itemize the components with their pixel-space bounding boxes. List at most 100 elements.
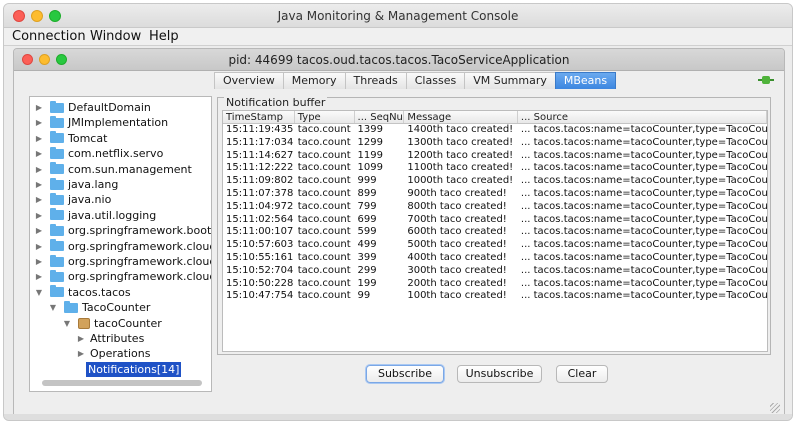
- table-row[interactable]: 15:10:55:161 taco.count 399 400th taco crea…: [223, 252, 767, 265]
- collapsed-arrow-icon[interactable]: ▶: [34, 165, 44, 174]
- table-header: TimeStamp Type ... SeqNum Message ... So…: [223, 111, 767, 124]
- collapsed-arrow-icon[interactable]: ▶: [34, 195, 44, 204]
- folder-icon: [50, 208, 64, 221]
- tree-item[interactable]: ▶ org.springframework.cloud.cc: [34, 239, 211, 254]
- cell-source: ... tacos.tacos:name=tacoCounter,type=Ta…: [520, 136, 767, 148]
- tab-vm-summary[interactable]: VM Summary: [464, 72, 555, 89]
- cell-source: ... tacos.tacos:name=tacoCounter,type=Ta…: [520, 200, 767, 212]
- subscribe-button[interactable]: Subscribe: [366, 365, 444, 383]
- mbean-icon: [78, 317, 90, 329]
- cell-type: taco.count: [297, 175, 351, 187]
- tab-threads[interactable]: Threads: [344, 72, 406, 89]
- cell-timestamp: 15:11:17:034: [226, 136, 294, 148]
- tree-item[interactable]: ▼ tacos.tacos: [34, 285, 131, 300]
- app-window: Java Monitoring & Management Console Con…: [3, 3, 793, 421]
- mbean-tree[interactable]: ▶ DefaultDomain ▶ JMImplementation ▶ Tomcat ▶ c…: [29, 96, 212, 392]
- collapsed-arrow-icon[interactable]: ▶: [34, 134, 44, 143]
- cell-seqnum: 99: [357, 290, 371, 302]
- table-row[interactable]: 15:10:52:704 taco.count 299 300th taco crea…: [223, 265, 767, 278]
- cell-timestamp: 15:10:50:228: [226, 277, 294, 289]
- tree-item[interactable]: ▶ Tomcat: [34, 131, 107, 146]
- cell-message: 1100th taco created!: [407, 162, 514, 174]
- cell-message: 400th taco created!: [407, 251, 507, 263]
- tree-horizontal-scrollbar[interactable]: [42, 380, 202, 386]
- collapsed-arrow-icon[interactable]: ▶: [76, 349, 86, 358]
- tree-item[interactable]: ▶ Operations: [76, 346, 151, 361]
- tree-item[interactable]: ▶ java.lang: [34, 177, 118, 192]
- tree-item[interactable]: ▶ JMImplementation: [34, 115, 168, 130]
- table-row[interactable]: 15:11:12:222 taco.count 1099 1100th taco cr…: [223, 162, 767, 175]
- tree-item[interactable]: ▶ java.nio: [34, 192, 111, 207]
- tab-overview[interactable]: Overview: [214, 72, 283, 89]
- tree-item[interactable]: ▶ java.util.logging: [34, 208, 156, 223]
- cell-type: taco.count: [297, 187, 351, 199]
- column-header-seqnum[interactable]: ... SeqNum: [355, 111, 405, 123]
- collapsed-arrow-icon[interactable]: ▶: [34, 257, 44, 266]
- tree-item-label: DefaultDomain: [68, 101, 151, 114]
- tree-item-label: Notifications[14]: [86, 361, 182, 377]
- column-header-message[interactable]: Message: [404, 111, 518, 123]
- column-header-source[interactable]: ... Source: [518, 111, 767, 123]
- tree-item[interactable]: ▶ Attributes: [76, 331, 144, 346]
- cell-type: taco.count: [297, 149, 351, 161]
- clear-button[interactable]: Clear: [556, 365, 608, 383]
- notification-table[interactable]: TimeStamp Type ... SeqNum Message ... So…: [222, 110, 768, 352]
- tree-item[interactable]: ▶ org.springframework.cloud.cc: [34, 254, 211, 269]
- resize-grip[interactable]: [770, 403, 780, 413]
- menu-help[interactable]: Help: [149, 29, 179, 44]
- menu-window[interactable]: Window: [90, 29, 141, 44]
- collapsed-arrow-icon[interactable]: ▶: [34, 103, 44, 112]
- collapsed-arrow-icon[interactable]: ▶: [34, 211, 44, 220]
- tree-item[interactable]: ▼ TacoCounter: [48, 300, 150, 315]
- expanded-arrow-icon[interactable]: ▼: [34, 288, 44, 297]
- collapsed-arrow-icon[interactable]: ▶: [34, 272, 44, 281]
- cell-type: taco.count: [297, 251, 351, 263]
- collapsed-arrow-icon[interactable]: ▶: [34, 226, 44, 235]
- tree-item-label: org.springframework.cloud.cc: [68, 239, 211, 253]
- table-row[interactable]: 15:11:09:802 taco.count 999 1000th taco cre…: [223, 175, 767, 188]
- table-row[interactable]: 15:11:07:378 taco.count 899 900th taco crea…: [223, 188, 767, 201]
- tree-item[interactable]: ▶ org.springframework.cloud.cc: [34, 269, 211, 284]
- collapsed-arrow-icon[interactable]: ▶: [34, 149, 44, 158]
- menu-connection[interactable]: Connection: [12, 29, 86, 44]
- collapsed-arrow-icon[interactable]: ▶: [34, 118, 44, 127]
- table-row[interactable]: 15:11:19:435 taco.count 1399 1400th taco cr…: [223, 124, 767, 137]
- cell-source: ... tacos.tacos:name=tacoCounter,type=Ta…: [520, 290, 767, 302]
- tab-bar: Overview Memory Threads Classes VM Summa…: [214, 72, 617, 90]
- tab-memory[interactable]: Memory: [282, 72, 345, 89]
- table-row[interactable]: 15:11:17:034 taco.count 1299 1300th taco cr…: [223, 137, 767, 150]
- table-row[interactable]: 15:10:57:603 taco.count 499 500th taco crea…: [223, 239, 767, 252]
- expanded-arrow-icon[interactable]: ▼: [48, 303, 58, 312]
- column-header-type[interactable]: Type: [295, 111, 355, 123]
- table-row[interactable]: 15:11:00:107 taco.count 599 600th taco crea…: [223, 226, 767, 239]
- column-header-timestamp[interactable]: TimeStamp: [223, 111, 295, 123]
- tree-item-label: org.springframework.boot: [68, 224, 212, 238]
- tab-classes[interactable]: Classes: [405, 72, 465, 89]
- tree-item[interactable]: ▶ org.springframework.boot: [34, 223, 211, 238]
- unsubscribe-button[interactable]: Unsubscribe: [457, 365, 542, 383]
- cell-seqnum: 1299: [357, 136, 383, 148]
- table-row[interactable]: 15:11:04:972 taco.count 799 800th taco crea…: [223, 201, 767, 214]
- table-row[interactable]: 15:11:02:564 taco.count 699 700th taco crea…: [223, 214, 767, 227]
- tree-item[interactable]: ▼ tacoCounter: [62, 316, 162, 331]
- collapsed-arrow-icon[interactable]: ▶: [76, 334, 86, 343]
- notification-buffer-panel: Notification buffer TimeStamp Type ... S…: [217, 96, 771, 355]
- tree-item[interactable]: Notifications[14]: [76, 361, 182, 377]
- table-row[interactable]: 15:10:47:754 taco.count 99 100th taco creat…: [223, 290, 767, 303]
- cell-seqnum: 299: [357, 264, 377, 276]
- folder-icon: [50, 146, 64, 159]
- tab-mbeans[interactable]: MBeans: [554, 72, 617, 89]
- table-row[interactable]: 15:11:14:627 taco.count 1199 1200th taco cr…: [223, 150, 767, 163]
- cell-type: taco.count: [297, 200, 351, 212]
- collapsed-arrow-icon[interactable]: ▶: [34, 242, 44, 251]
- cell-timestamp: 15:10:55:161: [226, 251, 294, 263]
- tree-item[interactable]: ▶ com.sun.management: [34, 162, 192, 177]
- cell-seqnum: 599: [357, 226, 377, 238]
- tree-item[interactable]: ▶ DefaultDomain: [34, 100, 151, 115]
- collapsed-arrow-icon[interactable]: ▶: [34, 180, 44, 189]
- table-row[interactable]: 15:10:50:228 taco.count 199 200th taco crea…: [223, 278, 767, 291]
- connection-titlebar: pid: 44699 tacos.oud.tacos.tacos.TacoSer…: [14, 49, 784, 71]
- expanded-arrow-icon[interactable]: ▼: [62, 319, 72, 328]
- tree-item[interactable]: ▶ com.netflix.servo: [34, 146, 163, 161]
- cell-type: taco.count: [297, 264, 351, 276]
